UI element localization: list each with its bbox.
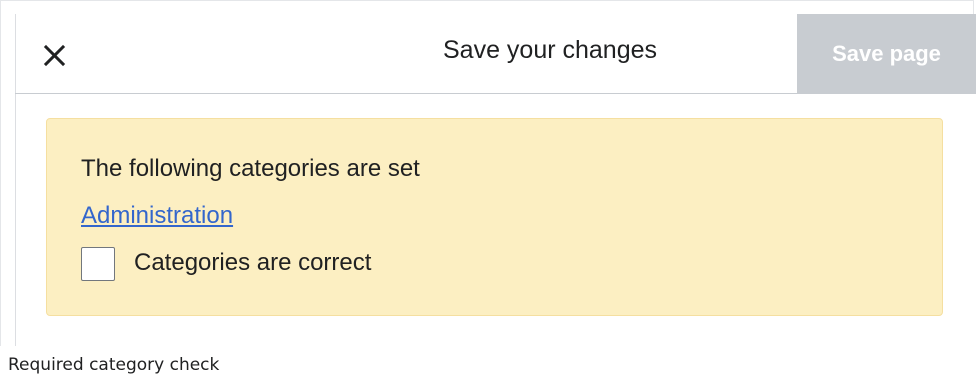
close-icon — [43, 44, 66, 67]
dialog-title: Save your changes — [442, 36, 658, 64]
figure-caption: Required category check — [8, 355, 220, 375]
save-page-button[interactable]: Save page — [797, 14, 976, 93]
dialog-header: Save your changes Save page — [15, 14, 976, 94]
close-button[interactable] — [31, 32, 77, 78]
category-notice: The following categories are set Adminis… — [46, 118, 943, 316]
category-link-administration[interactable]: Administration — [81, 202, 233, 230]
notice-message: The following categories are set — [81, 155, 420, 182]
categories-correct-checkbox[interactable] — [81, 247, 115, 281]
categories-correct-label[interactable]: Categories are correct — [134, 249, 371, 277]
save-dialog: Save your changes Save page The followin… — [15, 14, 976, 346]
